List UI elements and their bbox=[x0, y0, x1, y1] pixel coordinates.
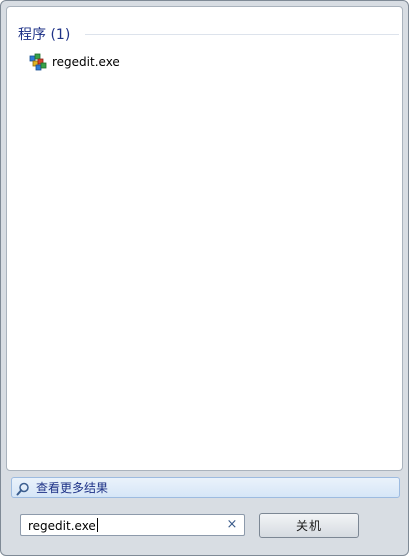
result-item-regedit[interactable]: regedit.exe bbox=[29, 52, 229, 72]
search-input-value: regedit.exe bbox=[28, 518, 98, 533]
group-divider bbox=[85, 34, 399, 35]
search-value-text: regedit.exe bbox=[28, 519, 96, 533]
clear-icon[interactable]: × bbox=[226, 518, 238, 532]
search-icon bbox=[16, 481, 30, 495]
search-results-pane: 程序 (1) regedit.exe bbox=[6, 6, 403, 471]
search-input[interactable]: regedit.exe × bbox=[20, 514, 245, 536]
start-menu-window: 程序 (1) regedit.exe 查看更多结果 regedit.exe × … bbox=[0, 0, 409, 556]
shutdown-button[interactable]: 关机 bbox=[259, 513, 359, 538]
regedit-icon bbox=[29, 53, 47, 71]
see-more-label: 查看更多结果 bbox=[36, 481, 109, 495]
see-more-results-link[interactable]: 查看更多结果 bbox=[11, 477, 400, 498]
results-group-header: 程序 (1) bbox=[18, 27, 71, 43]
text-caret bbox=[96, 518, 98, 532]
result-item-label: regedit.exe bbox=[52, 55, 120, 69]
